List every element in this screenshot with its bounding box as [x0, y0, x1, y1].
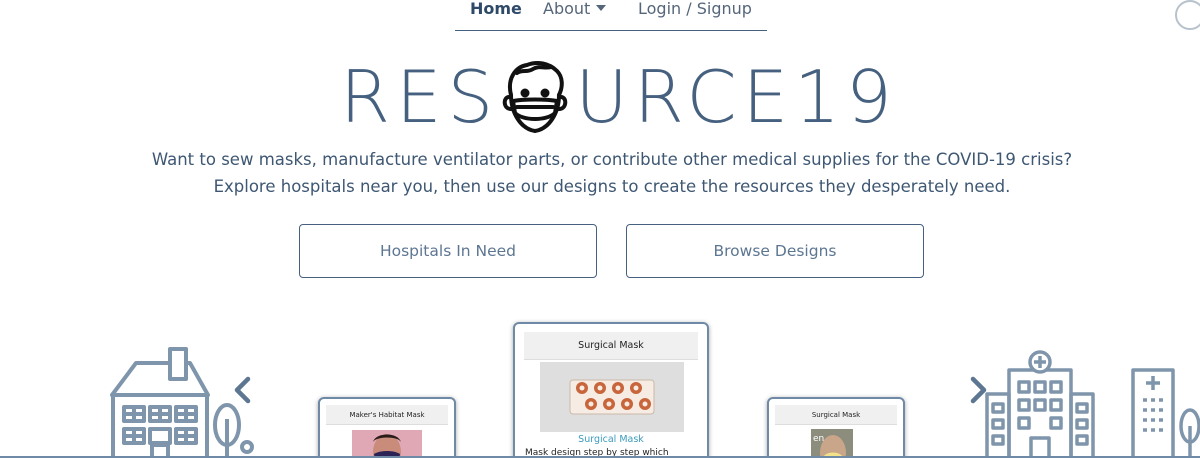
design-card-center[interactable]: Surgical Mask Surgical Mask Mask design …	[513, 322, 709, 458]
carousel-prev-icon[interactable]	[233, 376, 251, 404]
nav-about-label: About	[543, 0, 591, 18]
card-title: Surgical Mask	[524, 332, 698, 360]
hospital-illustration	[985, 350, 1200, 458]
card-title: Maker's Habitat Mask	[326, 405, 448, 425]
design-card-right[interactable]: Surgical Mask en	[767, 397, 905, 458]
tagline-line-2: Explore hospitals near you, then use our…	[213, 177, 1011, 196]
main-nav: Home About Login / Signup	[455, 0, 767, 31]
logo-text-start: RES	[340, 55, 500, 139]
nav-about-dropdown[interactable]: About	[543, 0, 607, 19]
photo-text: en	[813, 434, 824, 444]
browse-designs-button[interactable]: Browse Designs	[626, 224, 924, 278]
tagline-line-1: Want to sew masks, manufacture ventilato…	[151, 150, 1073, 169]
hospitals-in-need-button[interactable]: Hospitals In Need	[299, 224, 597, 278]
mask-photo	[540, 362, 684, 432]
mask-photo: en	[811, 429, 853, 458]
nav-home-link[interactable]: Home	[470, 0, 522, 19]
card-design-link[interactable]: Surgical Mask	[515, 434, 707, 445]
mask-photo	[352, 430, 422, 458]
design-card-left[interactable]: Maker's Habitat Mask	[318, 397, 456, 458]
nav-login-link[interactable]: Login / Signup	[638, 0, 752, 19]
site-logo[interactable]: RES URCE19	[340, 55, 898, 139]
scroll-top-button[interactable]	[1175, 0, 1200, 30]
masked-face-icon	[502, 61, 568, 133]
card-title: Surgical Mask	[775, 405, 897, 425]
logo-text-end: URCE19	[575, 55, 898, 139]
caret-down-icon	[596, 5, 607, 11]
